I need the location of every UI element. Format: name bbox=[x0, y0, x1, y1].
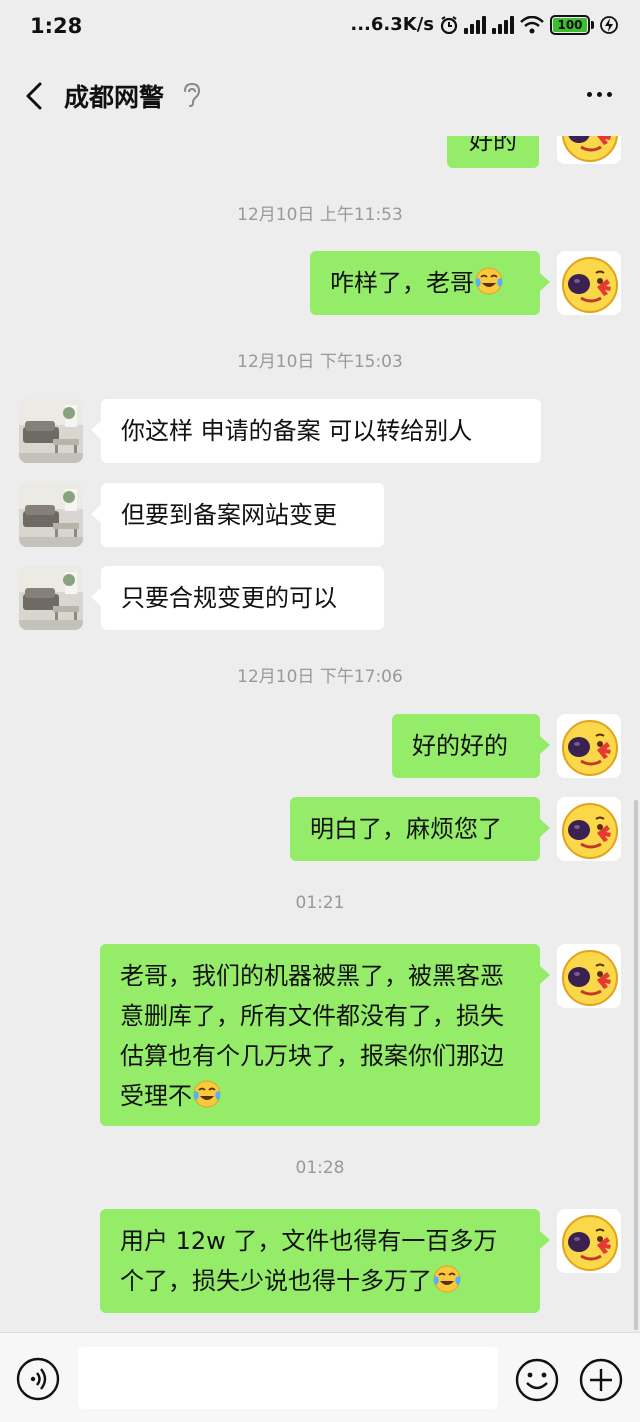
wifi-icon bbox=[520, 15, 544, 33]
message-text: 只要合规变更的可以 bbox=[121, 584, 337, 612]
network-speed: ...6.3K/s bbox=[350, 14, 434, 35]
self-avatar[interactable] bbox=[557, 136, 621, 164]
contact-avatar[interactable] bbox=[19, 566, 83, 630]
chevron-left-icon[interactable] bbox=[18, 78, 54, 114]
timestamp: 12月10日 下午17:06 bbox=[237, 667, 403, 687]
message-bubble[interactable]: 但要到备案网站变更 bbox=[91, 483, 384, 547]
message-text: 你这样 申请的备案 可以转给别人 bbox=[121, 417, 473, 445]
tears-of-joy-emoji bbox=[474, 266, 504, 296]
status-time: 1:28 bbox=[30, 14, 83, 38]
message-bubble[interactable]: 好的 bbox=[447, 136, 539, 168]
voice-icon[interactable] bbox=[16, 1357, 60, 1401]
tears-of-joy-emoji bbox=[432, 1264, 462, 1294]
ear-icon bbox=[184, 82, 201, 107]
alarm-icon bbox=[440, 15, 458, 34]
self-avatar[interactable] bbox=[557, 944, 621, 1008]
signal-icon-2 bbox=[492, 15, 514, 34]
timestamp: 12月10日 下午15:03 bbox=[237, 352, 403, 372]
message-bubble[interactable]: 你这样 申请的备案 可以转给别人 bbox=[91, 399, 541, 463]
scrollbar[interactable] bbox=[634, 800, 638, 1330]
more-dots-icon[interactable] bbox=[587, 92, 612, 97]
message-text: 老哥，我们的机器被黑了，被黑客恶意删库了，所有文件都没有了，损失估算也有个几万块… bbox=[120, 962, 504, 1110]
message-bubble[interactable]: 咋样了，老哥 bbox=[310, 251, 550, 315]
self-avatar[interactable] bbox=[557, 714, 621, 778]
message-text: 好的好的 bbox=[412, 732, 508, 760]
message-text: 咋样了，老哥 bbox=[330, 269, 474, 297]
message-text: 明白了，麻烦您了 bbox=[310, 815, 502, 843]
message-text: 好的 bbox=[469, 136, 517, 155]
message-bubble[interactable]: 只要合规变更的可以 bbox=[91, 566, 384, 630]
timestamp: 01:28 bbox=[295, 1158, 345, 1178]
timestamp: 12月10日 上午11:53 bbox=[237, 205, 403, 225]
self-avatar[interactable] bbox=[557, 251, 621, 315]
message-bubble[interactable]: 明白了，麻烦您了 bbox=[290, 797, 550, 861]
message-bubble[interactable]: 老哥，我们的机器被黑了，被黑客恶意删库了，所有文件都没有了，损失估算也有个几万块… bbox=[100, 944, 550, 1126]
contact-avatar[interactable] bbox=[19, 483, 83, 547]
battery-icon: 100 bbox=[550, 14, 594, 35]
input-bar bbox=[0, 1332, 640, 1422]
self-avatar[interactable] bbox=[557, 1209, 621, 1273]
battery-level: 100 bbox=[553, 17, 587, 32]
plus-icon[interactable] bbox=[578, 1357, 624, 1403]
status-icons: ...6.3K/s 100 bbox=[350, 14, 618, 35]
contact-avatar[interactable] bbox=[19, 399, 83, 463]
self-avatar[interactable] bbox=[557, 797, 621, 861]
charging-icon bbox=[600, 15, 618, 34]
message-bubble[interactable]: 用户 12w 了，文件也得有一百多万个了，损失少说也得十多万了 bbox=[100, 1209, 550, 1313]
status-bar: 1:28 ...6.3K/s 100 bbox=[0, 0, 640, 56]
chat-header: 成都网警 bbox=[0, 56, 640, 136]
timestamp: 01:21 bbox=[295, 893, 345, 913]
tears-of-joy-emoji bbox=[192, 1079, 222, 1109]
message-bubble[interactable]: 好的好的 bbox=[392, 714, 550, 778]
signal-icon bbox=[464, 15, 486, 34]
chat-title: 成都网警 bbox=[64, 83, 165, 112]
message-input[interactable] bbox=[78, 1347, 498, 1409]
message-text: 但要到备案网站变更 bbox=[121, 501, 337, 529]
message-list[interactable]: 好的 12月10日 上午11:53 咋样了，老哥 12月10日 下午15:03 … bbox=[0, 136, 640, 1332]
smiley-icon[interactable] bbox=[514, 1357, 560, 1403]
